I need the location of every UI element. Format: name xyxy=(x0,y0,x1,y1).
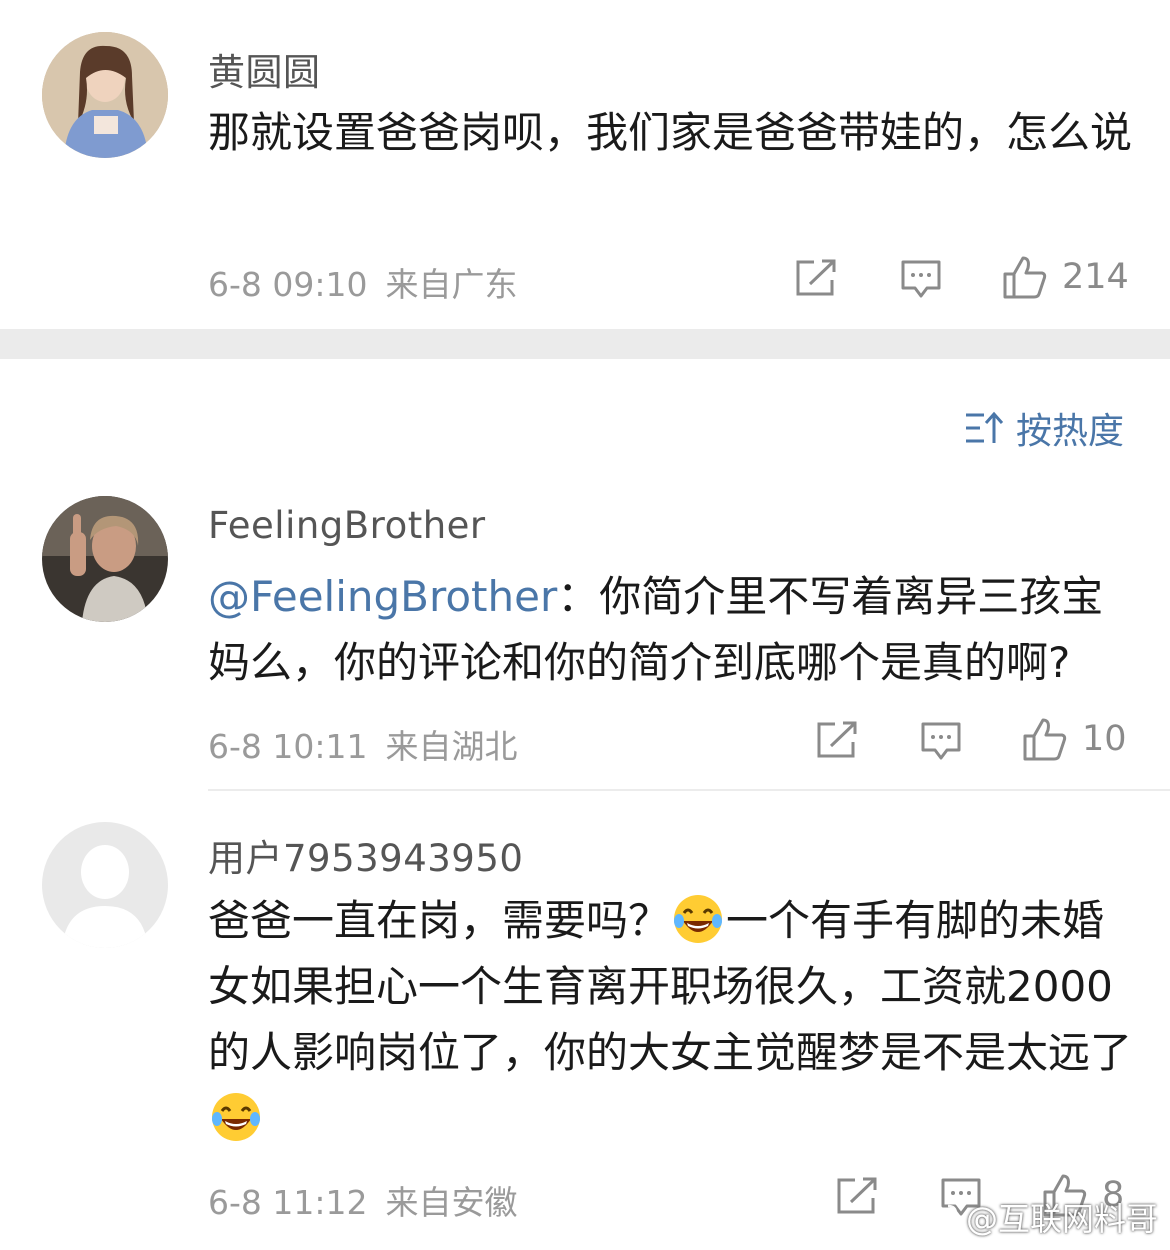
like-icon xyxy=(1023,718,1067,761)
watermark-text: @互联网料哥 xyxy=(965,1200,1158,1238)
sort-label: 按热度 xyxy=(1015,411,1124,452)
like-icon xyxy=(1003,256,1047,299)
sort-icon xyxy=(965,411,1004,443)
comment-meta: 6-8 11:12 来自安徽 xyxy=(208,1176,518,1224)
comment-meta: 6-8 09:10 来自广东 xyxy=(208,258,518,306)
like-count: 10 xyxy=(1082,719,1127,759)
comment-item: FeelingBrother @FeelingBrother：你简介里不写着离异… xyxy=(0,490,1170,790)
share-icon xyxy=(817,721,857,758)
like-button[interactable]: 214 xyxy=(1002,254,1129,300)
username[interactable]: FeelingBrother xyxy=(208,504,486,547)
comment-body: 爸爸一直在岗，需要吗？ xyxy=(208,896,671,945)
timestamp: 6-8 11:12 xyxy=(208,1183,368,1222)
timestamp: 6-8 10:11 xyxy=(208,727,368,766)
share-icon xyxy=(796,259,836,296)
share-button[interactable] xyxy=(815,720,859,760)
share-button[interactable] xyxy=(835,1176,879,1216)
share-icon xyxy=(837,1177,877,1214)
username[interactable]: 黄圆圆 xyxy=(208,42,321,96)
comment-meta: 6-8 10:11 来自湖北 xyxy=(208,720,518,768)
location: 来自湖北 xyxy=(385,727,518,766)
section-separator xyxy=(0,329,1170,359)
comment-icon xyxy=(901,260,941,298)
avatar[interactable] xyxy=(42,822,168,948)
like-button[interactable]: 10 xyxy=(1022,716,1127,762)
comment-text: 那就设置爸爸岗呗，我们家是爸爸带娃的，怎么说 xyxy=(208,108,1133,157)
location: 来自安徽 xyxy=(385,1183,518,1222)
avatar[interactable] xyxy=(42,496,168,622)
comment-item: 用户7953943950 爸爸一直在岗，需要吗？ 一个有手有脚的未婚女如果担心一个… xyxy=(0,790,1170,1250)
sort-button[interactable]: 按热度 xyxy=(964,402,1124,454)
weibo-logo xyxy=(920,1204,958,1232)
laugh-cry-emoji xyxy=(674,895,723,943)
mention-link[interactable]: @FeelingBrother xyxy=(208,572,557,621)
comment-text: 爸爸一直在岗，需要吗？ 一个有手有脚的未婚女如果担心一个生育离开职场很久，工资就2… xyxy=(208,888,1133,1152)
comment-item: 黄圆圆 那就设置爸爸岗呗，我们家是爸爸带娃的，怎么说 6-8 09:10 来自广东… xyxy=(0,0,1170,329)
like-count: 214 xyxy=(1062,257,1129,297)
username[interactable]: 用户7953943950 xyxy=(208,828,523,882)
location: 来自广东 xyxy=(385,265,518,304)
timestamp: 6-8 09:10 xyxy=(208,265,368,304)
share-button[interactable] xyxy=(794,258,838,298)
reply-button[interactable] xyxy=(900,258,942,300)
laugh-cry-emoji xyxy=(212,1093,260,1141)
comment-text: @FeelingBrother：你简介里不写着离异三孩宝妈么，你的评论和你的简介… xyxy=(208,564,1133,696)
watermark: @互联网料哥 xyxy=(920,1194,1158,1240)
reply-button[interactable] xyxy=(920,720,962,762)
avatar[interactable] xyxy=(42,32,168,158)
comment-icon xyxy=(921,722,961,760)
